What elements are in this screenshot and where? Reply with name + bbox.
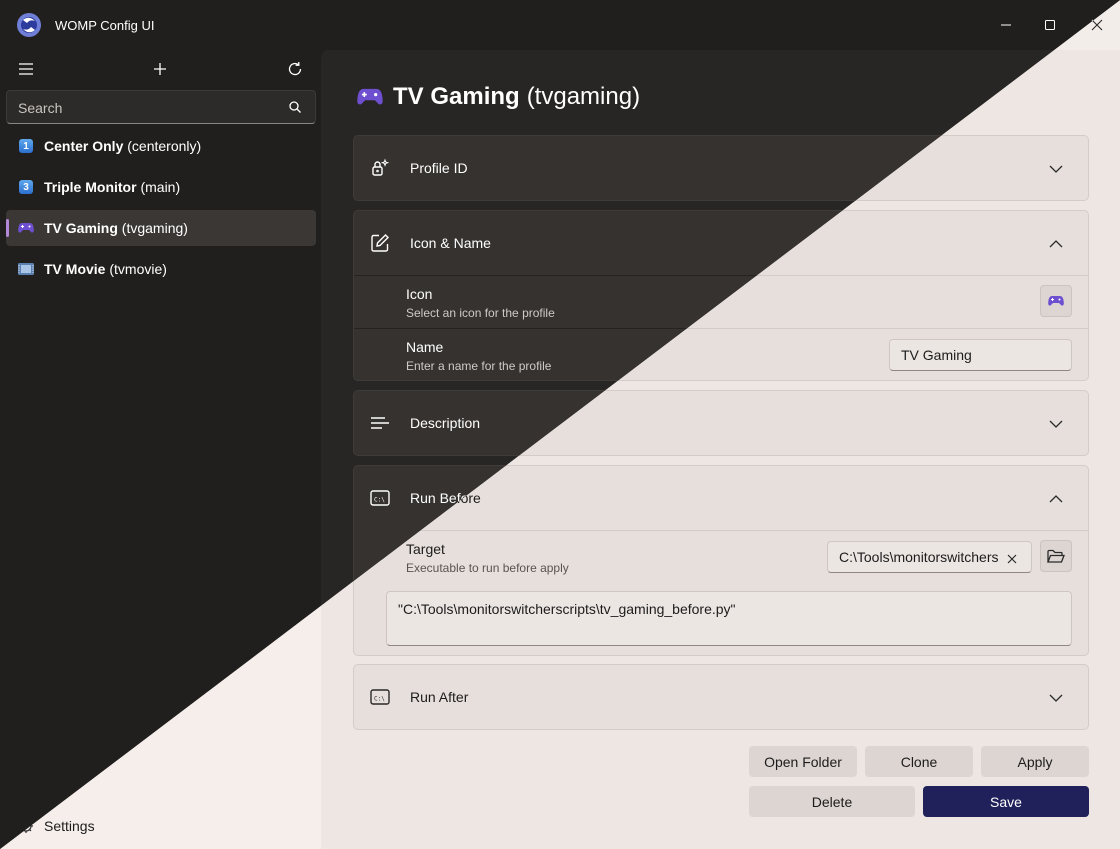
svg-text:C:\: C:\ — [374, 497, 385, 504]
minimize-button — [991, 10, 1021, 40]
edit-icon — [370, 233, 390, 253]
search-icon — [289, 101, 301, 113]
terminal-icon: C:\ — [370, 488, 390, 508]
page-title: TV Gaming (tvgaming) — [357, 83, 640, 111]
icon-description: Select an icon for the profile — [406, 306, 555, 320]
name-label: Name — [406, 339, 444, 355]
close-icon — [1091, 19, 1103, 31]
chevron-down-icon — [1048, 161, 1064, 177]
sidebar-item-tvmovie: TV Movie (tvmovie) — [6, 251, 316, 287]
target-value: C:\Tools\monitorswitchers — [839, 549, 999, 565]
profile-name: Triple Monitor — [44, 179, 137, 195]
hamburger-icon — [19, 63, 33, 75]
section-title: Description — [410, 415, 481, 431]
name-input[interactable]: TV Gaming — [889, 339, 1072, 371]
chevron-down-icon — [1048, 690, 1064, 706]
apply-button[interactable]: Apply — [981, 746, 1089, 777]
settings-label: Settings — [44, 818, 95, 834]
app-title: WOMP Config UI — [55, 18, 155, 33]
chevron-up-icon — [1048, 236, 1064, 252]
maximize-icon — [1045, 20, 1055, 30]
film-icon — [18, 261, 34, 277]
clone-button[interactable]: Clone — [865, 746, 973, 777]
delete-button[interactable]: Delete — [749, 786, 915, 817]
profile-name: TV Gaming — [44, 220, 118, 236]
text-align-icon — [370, 413, 390, 433]
arguments-input[interactable]: "C:\Tools\monitorswitcherscripts\tv_gami… — [386, 591, 1072, 646]
section-title: Run After — [410, 689, 469, 705]
maximize-button — [1035, 10, 1065, 40]
plus-icon — [154, 63, 166, 75]
gamepad-icon — [18, 220, 34, 236]
clear-target-button[interactable] — [1007, 551, 1017, 567]
sidebar-item-main: 3 Triple Monitor (main) — [6, 169, 316, 205]
page-title-name: TV Gaming — [393, 83, 520, 110]
target-input[interactable]: C:\Tools\monitorswitchers — [827, 541, 1032, 573]
search-box — [6, 90, 316, 124]
browse-target-button[interactable] — [1040, 540, 1072, 572]
profile-id: (main) — [140, 179, 181, 195]
search-input — [18, 100, 268, 116]
profile-name: Center Only — [44, 138, 124, 154]
profile-id: (centeronly) — [127, 138, 202, 154]
title-bar-dark: WOMP Config UI — [0, 0, 1120, 50]
section-title: Icon & Name — [410, 235, 491, 251]
folder-open-icon — [1047, 549, 1065, 563]
chevron-up-icon — [1048, 491, 1064, 507]
target-label: Target — [406, 541, 445, 557]
run-after-section: C:\ Run After — [353, 664, 1089, 730]
app-logo-icon — [17, 13, 41, 37]
profile-name: TV Movie — [44, 261, 106, 277]
icon-label: Icon — [406, 286, 433, 302]
page-title-id: (tvgaming) — [526, 83, 641, 110]
number-1-icon: 1 — [18, 138, 34, 154]
name-description: Enter a name for the profile — [406, 359, 552, 373]
minimize-icon — [1001, 24, 1011, 26]
lock-sparkle-icon — [370, 158, 390, 178]
sidebar-item-centeronly: 1 Center Only (centeronly) — [6, 128, 316, 164]
refresh-button — [281, 57, 309, 81]
profile-id: (tvmovie) — [109, 261, 167, 277]
save-button[interactable]: Save — [923, 786, 1089, 817]
selection-indicator — [6, 219, 9, 237]
svg-text:C:\: C:\ — [374, 696, 385, 703]
gamepad-icon — [357, 84, 383, 110]
add-profile-button — [146, 57, 174, 81]
chevron-down-icon — [1048, 416, 1064, 432]
gamepad-icon — [1048, 296, 1064, 306]
target-row: Target Executable to run before apply C:… — [354, 530, 1088, 583]
run-after-header[interactable]: C:\ Run After — [354, 665, 1088, 729]
clear-icon — [1007, 554, 1017, 564]
arguments-row: "C:\Tools\monitorswitcherscripts\tv_gami… — [354, 583, 1088, 655]
open-folder-button[interactable]: Open Folder — [749, 746, 857, 777]
section-title: Profile ID — [410, 160, 468, 176]
target-description: Executable to run before apply — [406, 561, 569, 575]
number-3-icon: 3 — [18, 179, 34, 195]
refresh-icon — [288, 62, 302, 76]
profile-id: (tvgaming) — [121, 220, 188, 236]
terminal-icon: C:\ — [370, 687, 390, 707]
sidebar-item-tvgaming: TV Gaming (tvgaming) — [6, 210, 316, 246]
menu-button — [12, 57, 40, 81]
icon-picker-button[interactable] — [1040, 285, 1072, 317]
